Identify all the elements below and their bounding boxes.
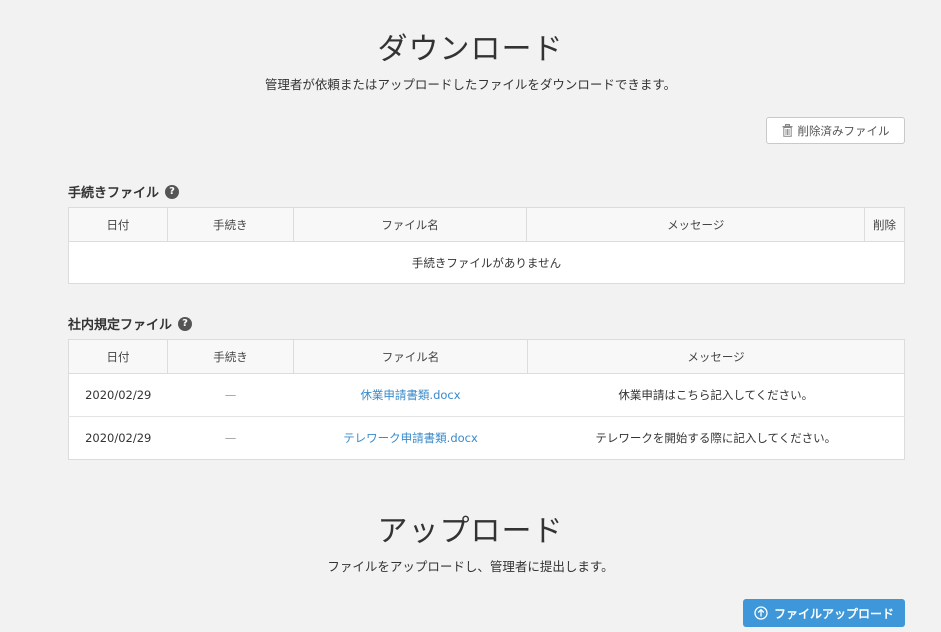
row-procedure: —: [167, 373, 294, 417]
table-row: 2020/02/29 — テレワーク申請書類.docx テレワークを開始する際に…: [69, 417, 905, 460]
download-title: ダウンロード: [377, 32, 564, 67]
column-header-message: メッセージ: [526, 207, 865, 242]
file-upload-button[interactable]: ファイルアップロード: [743, 599, 905, 627]
empty-message: 手続きファイルがありません: [411, 255, 562, 270]
column-header-procedure: 手続き: [167, 339, 294, 374]
procedure-files-title: 手続きファイル: [68, 186, 160, 201]
upload-title: アップロード: [377, 514, 564, 549]
table-row: 手続きファイルがありません: [69, 242, 905, 284]
help-icon[interactable]: ?: [178, 316, 193, 331]
arrow-up-circle-icon: [754, 606, 768, 620]
table-header-row: 日付 手続き ファイル名 メッセージ: [68, 339, 905, 374]
download-subtitle: 管理者が依頼またはアップロードしたファイルをダウンロードできます。: [264, 77, 677, 92]
file-download-link[interactable]: テレワーク申請書類.docx: [343, 431, 478, 445]
file-download-link[interactable]: 休業申請書類.docx: [360, 388, 460, 402]
policy-files-title: 社内規定ファイル: [68, 318, 173, 333]
column-header-delete: 削除: [864, 207, 905, 242]
row-message: テレワークを開始する際に記入してください。: [595, 431, 837, 445]
upload-subtitle: ファイルをアップロードし、管理者に提出します。: [327, 559, 614, 574]
help-icon[interactable]: ?: [165, 184, 180, 199]
file-upload-label: ファイルアップロード: [773, 606, 894, 621]
trash-icon: [782, 124, 793, 137]
column-header-date: 日付: [68, 207, 168, 242]
table-header-row: 日付 手続き ファイル名 メッセージ 削除: [68, 207, 905, 242]
column-header-date: 日付: [68, 339, 168, 374]
policy-files-heading: 社内規定ファイル ?: [68, 314, 193, 333]
column-header-message: メッセージ: [527, 339, 905, 374]
row-message: 休業申請はこちら記入してください。: [527, 373, 905, 417]
procedure-files-table: 日付 手続き ファイル名 メッセージ 削除 手続きファイルがありません: [68, 207, 905, 284]
procedure-files-heading: 手続きファイル ?: [68, 182, 180, 201]
column-header-filename: ファイル名: [293, 339, 528, 374]
row-date: 2020/02/29: [85, 431, 152, 445]
deleted-files-label: 削除済みファイル: [797, 125, 890, 138]
column-header-filename: ファイル名: [293, 207, 528, 242]
row-procedure: —: [224, 431, 237, 445]
policy-files-table: 日付 手続き ファイル名 メッセージ 2020/02/29 — 休業申請書類.d…: [68, 339, 905, 460]
deleted-files-button[interactable]: 削除済みファイル: [766, 117, 905, 144]
row-date: 2020/02/29: [68, 373, 168, 417]
column-header-procedure: 手続き: [167, 207, 294, 242]
table-row: 2020/02/29 — 休業申請書類.docx 休業申請はこちら記入してくださ…: [68, 373, 905, 417]
